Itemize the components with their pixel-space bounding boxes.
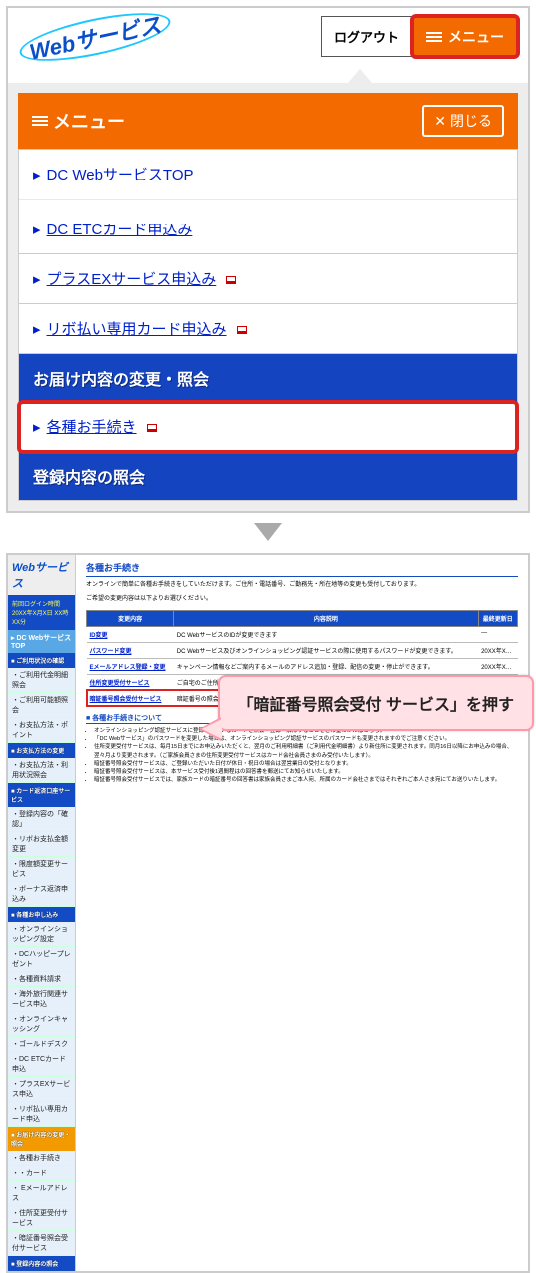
procedure-link[interactable]: Eメールアドレス登録・変更 (90, 665, 166, 671)
sidebar-item[interactable]: ・各種資料請求 (8, 972, 75, 987)
desktop-screen: Webサービス 前回ログイン時間 20XX年X月X日 XX時XX分 ▸ DC W… (6, 553, 530, 1273)
external-icon (147, 424, 157, 432)
sidebar-item[interactable]: ・お支払方法・利用状況照会 (8, 758, 75, 783)
sidebar-item[interactable]: ・リボお支払金額変更 (8, 832, 75, 857)
close-icon: ✕ (434, 113, 446, 130)
annotation-callout: 「暗証番号照会受付 サービス」を押す (218, 675, 534, 731)
sidebar-item[interactable]: ・プラスEXサービス申込 (8, 1077, 75, 1102)
sidebar-item[interactable]: ・DCハッピープレゼント (8, 947, 75, 972)
page-title: 各種お手続き (86, 561, 518, 577)
sidebar-section-header: ■ お支払方法の変更 (8, 743, 75, 758)
menu-item[interactable]: ▸リボ払い専用カード申込み (19, 304, 517, 354)
sidebar-section-header: ■ 各種お申し込み (8, 907, 75, 922)
sidebar-item[interactable]: ・各種お手続き (8, 1151, 75, 1166)
procedure-desc: DC WebサービスのIDが変更できます (174, 626, 478, 642)
mobile-screen: Webサービス ログアウト メニュー メニュー ✕閉じる ▸DC Webサービス… (6, 6, 530, 513)
menu-panel: メニュー ✕閉じる ▸DC WebサービスTOP ▸DC ETCカード申込み ▸… (8, 83, 528, 511)
close-menu-button[interactable]: ✕閉じる (422, 105, 504, 137)
sidebar-item[interactable]: ・オンラインショッピング設定 (8, 922, 75, 947)
sidebar-section-header: ■ カード返済口座サービス (8, 783, 75, 807)
flow-arrow-icon (254, 523, 282, 541)
sidebar-item[interactable]: ・ Eメールアドレス (8, 1181, 75, 1206)
sidebar-item[interactable]: ・住所変更受付サービス (8, 1206, 75, 1231)
sidebar-item[interactable]: ・ボーナス返済申込み (8, 882, 75, 907)
sidebar-item[interactable]: ・限度額変更サービス (8, 857, 75, 882)
sidebar-top-link[interactable]: ▸ DC WebサービスTOP (8, 630, 75, 653)
menu-section-header: お届け内容の変更・照会 (19, 354, 517, 402)
sidebar-item[interactable]: ・登録内容の「確認」 (8, 807, 75, 832)
sidebar-item[interactable]: ・ゴールドデスク (8, 1037, 75, 1052)
menu-item[interactable]: ▸プラスEXサービス申込み (19, 254, 517, 304)
procedure-link[interactable]: ID変更 (90, 633, 108, 639)
sidebar: Webサービス 前回ログイン時間 20XX年X月X日 XX時XX分 ▸ DC W… (8, 555, 76, 1271)
sidebar-section-header: ■ ご利用状況の確認 (8, 653, 75, 668)
sidebar-item[interactable]: ・DC ETCカード申込 (8, 1052, 75, 1077)
page-intro: ご希望の変更内容は以下よりお選びください。 (86, 595, 518, 603)
note-item: 暗証番号照会受付サービスは、本サービス受付後1週間程はの回答書を郵送にてお知らせ… (94, 768, 518, 776)
main-content: 各種お手続き オンラインで簡単に各種お手続きをしていただけます。ご住所・電話番号… (76, 555, 528, 1271)
table-row: ID変更 DC WebサービスのIDが変更できます— (87, 626, 518, 642)
menu-button-label: メニュー (448, 27, 504, 47)
note-item: 住所変更受付サービスは、毎月15日までにお申込みいただくと、翌月のご利用明細書（… (94, 743, 518, 760)
sidebar-item[interactable]: ・・カード (8, 1166, 75, 1181)
notes-list: オンラインショッピング認証サービスに登録されているカードを照会・登録・解除するこ… (86, 727, 518, 785)
menu-section-header: 登録内容の照会 (19, 452, 517, 500)
dropdown-pointer-icon (348, 69, 372, 83)
sidebar-section-header: ■ 登録内容の照会 (8, 1256, 75, 1271)
menu-list: ▸DC WebサービスTOP ▸DC ETCカード申込み ▸プラスEXサービス申… (18, 149, 518, 501)
sidebar-section-header: ■ お届け内容の変更・照会 (8, 1127, 75, 1151)
sidebar-item[interactable]: ・ご利用可能額照会 (8, 693, 75, 718)
sidebar-item[interactable]: ・リボ払い専用カード申込 (8, 1102, 75, 1127)
sidebar-item[interactable]: ・お支払方法・ポイント (8, 718, 75, 743)
hamburger-icon (426, 30, 442, 44)
procedure-date: 20XX年X… (478, 642, 517, 658)
menu-button[interactable]: メニュー (412, 16, 518, 57)
last-login-box: 前回ログイン時間 20XX年X月X日 XX時XX分 (8, 595, 75, 630)
hamburger-icon (32, 114, 48, 128)
procedure-desc: キャンペーン情報などご案内するメールのアドレス追加・登録、配信の変更・停止ができ… (174, 658, 478, 674)
table-row: パスワード変更 DC Webサービス及びオンラインショッピング認証サービスの際に使… (87, 642, 518, 658)
th-change: 変更内容 (87, 610, 174, 626)
sidebar-item[interactable]: ・ご利用代金明細照会 (8, 668, 75, 693)
note-item: 暗証番号照会受付サービスでは、家族カードの暗証番号の回答書は家族会員さまご本人宛… (94, 776, 518, 784)
note-item: 「DC Webサービス」のパスワードを変更した場合は、オンラインショッピング認証… (94, 735, 518, 743)
logout-button[interactable]: ログアウト (321, 16, 412, 57)
external-icon (237, 326, 247, 334)
procedure-date: 20XX年X… (478, 658, 517, 674)
th-desc: 内容説明 (174, 610, 478, 626)
sidebar-item[interactable]: ・オンラインキャッシング (8, 1012, 75, 1037)
procedure-link[interactable]: パスワード変更 (90, 649, 132, 655)
page-intro: オンラインで簡単に各種お手続きをしていただけます。ご住所・電話番号、ご勤務先・所… (86, 581, 518, 589)
th-date: 最終更新日 (478, 610, 517, 626)
sidebar-item[interactable]: ・海外旅行関連サービス申込 (8, 987, 75, 1012)
omission-wave (19, 180, 517, 224)
note-item: 暗証番号照会受付サービスは、ご登録いただいた日付が休日・祝日の場合は翌営業日の受… (94, 760, 518, 768)
sidebar-item[interactable]: ・暗証番号照会受付サービス (8, 1231, 75, 1256)
procedure-link[interactable]: 住所変更受付サービス (90, 681, 150, 687)
menu-title-bar: メニュー ✕閉じる (18, 93, 518, 149)
table-row: Eメールアドレス登録・変更 キャンペーン情報などご案内するメールのアドレス追加・登… (87, 658, 518, 674)
procedure-link[interactable]: 暗証番号照会受付サービス (90, 697, 162, 703)
procedure-desc: DC Webサービス及びオンラインショッピング認証サービスの際に使用するパスワー… (174, 642, 478, 658)
procedure-date: — (478, 626, 517, 642)
menu-item-procedures[interactable]: ▸各種お手続き (19, 402, 517, 452)
logo: Webサービス (8, 555, 75, 595)
mobile-header: Webサービス ログアウト メニュー (8, 8, 528, 65)
external-icon (226, 276, 236, 284)
logo: Webサービス (18, 19, 172, 55)
